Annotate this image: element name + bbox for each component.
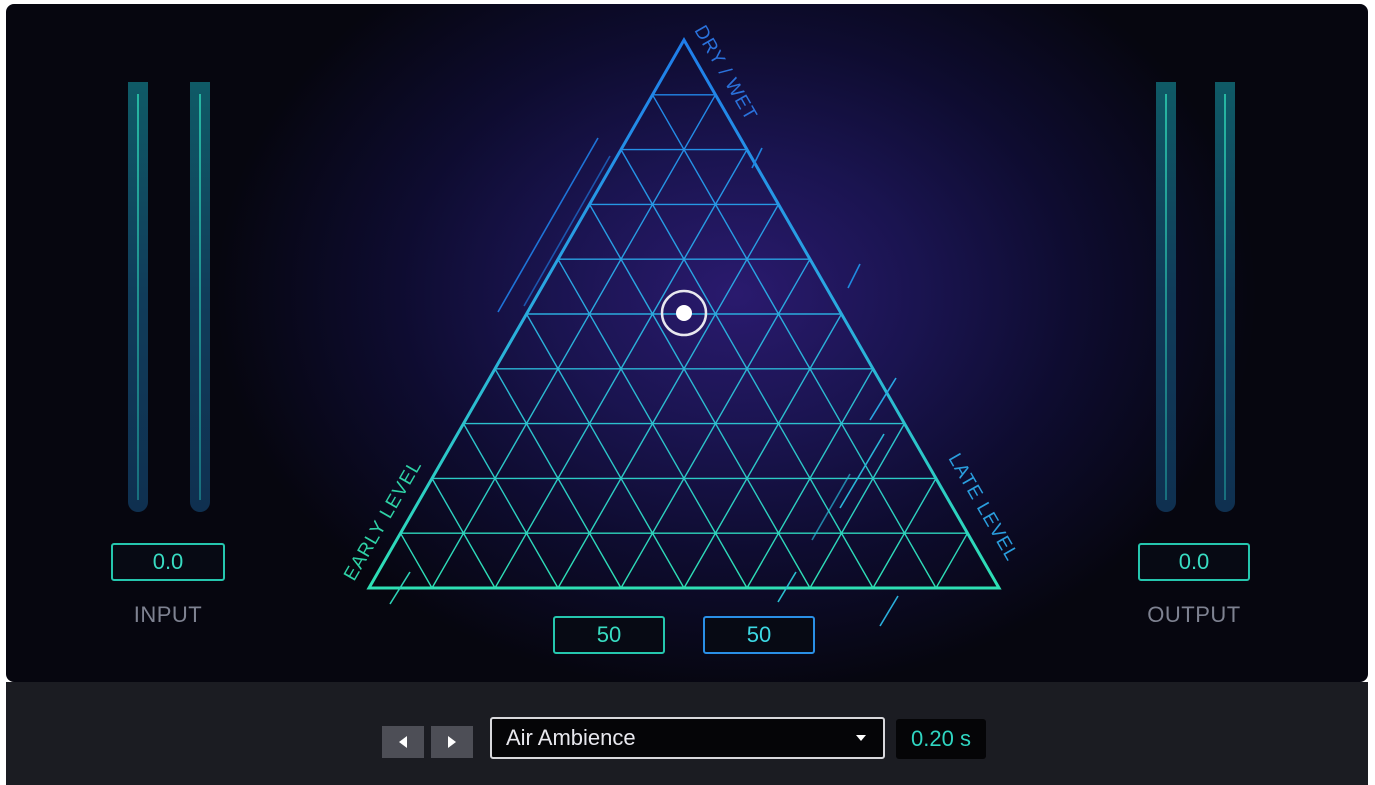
input-value-field[interactable]: 0.0 bbox=[111, 543, 225, 581]
early-level-value-field[interactable]: 50 bbox=[553, 616, 665, 654]
preset-name: Air Ambience bbox=[506, 725, 636, 750]
caret-down-icon bbox=[856, 735, 866, 741]
triangle-right-icon bbox=[448, 736, 456, 748]
input-meter-left bbox=[128, 82, 148, 512]
triangle-left-icon bbox=[399, 736, 407, 748]
preset-dropdown[interactable]: Air Ambience bbox=[490, 717, 885, 759]
output-value-field[interactable]: 0.0 bbox=[1138, 543, 1250, 581]
output-label: OUTPUT bbox=[1147, 602, 1241, 627]
late-level-value-field[interactable]: 50 bbox=[703, 616, 815, 654]
next-preset-button[interactable] bbox=[431, 726, 473, 758]
output-meter-left bbox=[1156, 82, 1176, 512]
input-meter-right bbox=[190, 82, 210, 512]
output-meter-right bbox=[1215, 82, 1235, 512]
previous-preset-button[interactable] bbox=[382, 726, 424, 758]
input-label: INPUT bbox=[133, 602, 203, 627]
decay-time-display[interactable]: 0.20 s bbox=[896, 719, 986, 759]
